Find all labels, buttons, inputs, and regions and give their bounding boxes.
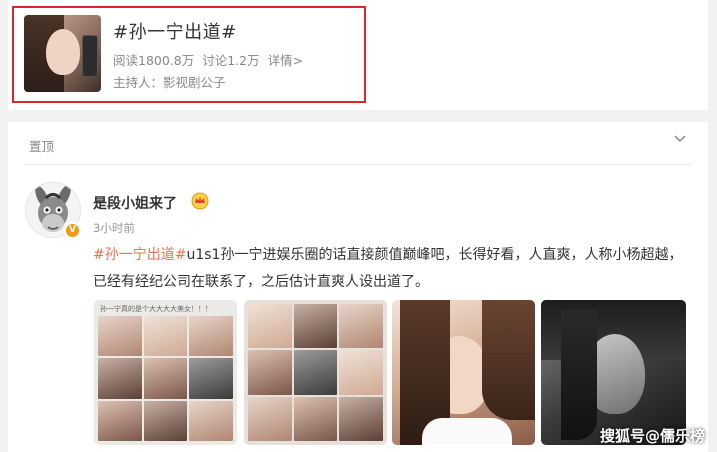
verified-badge: V — [64, 222, 81, 239]
photo-3[interactable] — [392, 300, 535, 445]
read-count: 阅读1800.8万 — [113, 53, 195, 68]
post-card: 置顶 V 是段小姐来了 3小时前 #孙一宁出道#u1s1孙一宁进娱乐圈的话直接颜… — [8, 122, 708, 452]
divider — [24, 164, 692, 165]
topic-stats: 阅读1800.8万 讨论1.2万 详情> — [113, 50, 307, 69]
detail-link[interactable]: 详情> — [268, 53, 303, 68]
post-text: #孙一宁出道#u1s1孙一宁进娱乐圈的话直接颜值巅峰吧，长得好看，人直爽，人称小… — [93, 242, 693, 296]
watermark: 搜狐号@儒乐榜 — [599, 427, 705, 445]
photo-4[interactable] — [541, 300, 686, 445]
topic-host: 主持人：影视剧公子 — [113, 75, 226, 90]
author-name[interactable]: 是段小姐来了 — [93, 193, 177, 213]
photo-caption: 孙一宁真的是个大大大大美女！！！ — [100, 305, 212, 313]
chevron-down-icon[interactable] — [673, 132, 687, 146]
crown-icon — [191, 192, 209, 210]
topic-title[interactable]: #孙一宁出道# — [113, 18, 237, 44]
photo-1[interactable]: 孙一宁真的是个大大大大美女！！！ — [94, 300, 237, 445]
post-hashtag[interactable]: #孙一宁出道# — [93, 247, 186, 263]
discuss-count: 讨论1.2万 — [202, 53, 260, 68]
weibo-topic-page: #孙一宁出道# 阅读1800.8万 讨论1.2万 详情> 主持人：影视剧公子 置… — [0, 0, 717, 452]
post-time[interactable]: 3小时前 — [93, 220, 135, 236]
topic-thumbnail[interactable] — [24, 15, 101, 92]
pinned-label: 置顶 — [29, 139, 55, 154]
photo-2[interactable] — [244, 300, 387, 445]
